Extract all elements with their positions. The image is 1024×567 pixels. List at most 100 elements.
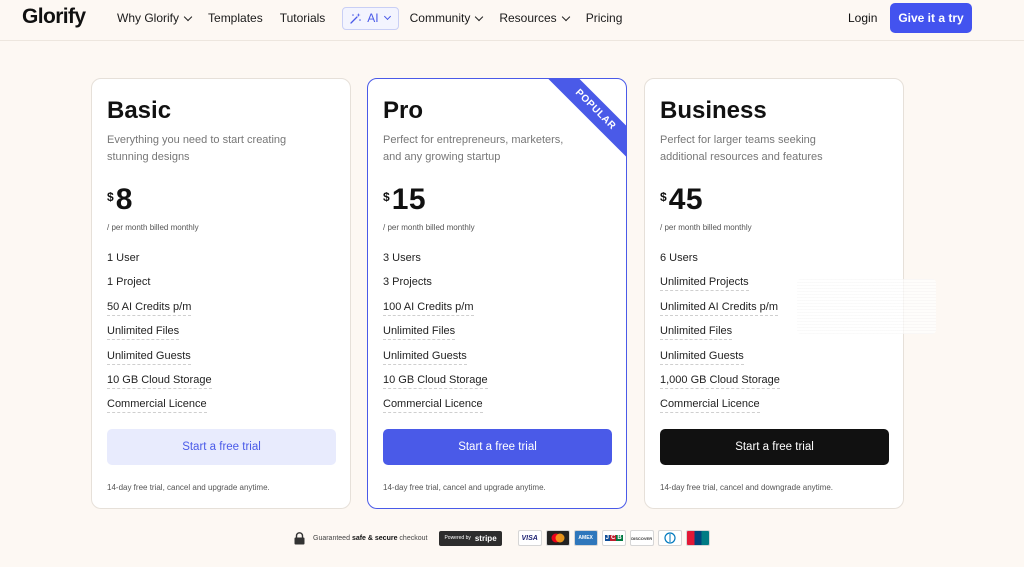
feature-label: 3 Projects — [383, 276, 432, 289]
feature-label: 10 GB Cloud Storage — [107, 373, 212, 389]
top-navbar: Glorify Why Glorify Templates Tutorials … — [0, 0, 1024, 41]
secure-text-post: checkout — [399, 534, 428, 542]
plan-price: $ 15 — [383, 183, 426, 217]
amex-label: AMEX — [578, 535, 593, 541]
nav-tutorials-label: Tutorials — [279, 11, 326, 25]
give-it-a-try-button[interactable]: Give it a try — [890, 3, 972, 33]
feature-list: 1 User 1 Project 50 AI Credits p/m Unlim… — [107, 252, 212, 423]
nav-links: Why Glorify Templates Tutorials AI Commu… — [117, 0, 639, 36]
feature-item[interactable]: Commercial Licence — [107, 398, 212, 422]
jcb-letter-b: B — [616, 535, 623, 541]
billing-period: / per month billed monthly — [660, 223, 752, 232]
start-free-trial-button[interactable]: Start a free trial — [107, 429, 336, 465]
feature-item[interactable]: 50 AI Credits p/m — [107, 300, 212, 325]
feature-item: 6 Users — [660, 252, 780, 276]
feature-item[interactable]: Unlimited Guests — [660, 349, 780, 374]
plan-name: Pro — [383, 97, 424, 124]
lock-icon — [294, 531, 305, 544]
chevron-down-icon — [383, 12, 391, 21]
price-amount: 15 — [391, 183, 427, 216]
billing-period: / per month billed monthly — [107, 223, 199, 232]
feature-label: 6 Users — [660, 252, 698, 264]
amex-icon: AMEX — [573, 530, 598, 546]
trial-footnote: 14-day free trial, cancel and downgrade … — [660, 483, 833, 492]
currency-symbol: $ — [660, 190, 667, 204]
feature-item[interactable]: 10 GB Cloud Storage — [107, 373, 212, 398]
feature-label: Unlimited Guests — [383, 349, 467, 365]
nav-pricing[interactable]: Pricing — [586, 11, 623, 25]
feature-item[interactable]: Unlimited Files — [660, 325, 780, 349]
feature-item[interactable]: 1,000 GB Cloud Storage — [660, 373, 780, 398]
stripe-label: stripe — [474, 533, 497, 543]
feature-label: Commercial Licence — [660, 398, 760, 414]
nav-why-glorify[interactable]: Why Glorify — [117, 11, 193, 25]
feature-item[interactable]: Unlimited AI Credits p/m — [660, 300, 780, 325]
plan-name: Business — [660, 97, 767, 124]
unionpay-icon — [685, 530, 710, 546]
nav-resources[interactable]: Resources — [499, 11, 570, 25]
billing-period: / per month billed monthly — [383, 223, 475, 232]
feature-item: 3 Projects — [383, 276, 488, 300]
feature-label: 3 Users — [383, 252, 421, 264]
chevron-down-icon — [475, 12, 484, 21]
feature-list: 3 Users 3 Projects 100 AI Credits p/m Un… — [383, 252, 488, 423]
nav-community-label: Community — [409, 11, 471, 25]
feature-item[interactable]: 10 GB Cloud Storage — [383, 373, 488, 398]
currency-symbol: $ — [107, 190, 114, 204]
glorify-logo[interactable]: Glorify — [22, 5, 86, 29]
nav-why-glorify-label: Why Glorify — [117, 11, 180, 25]
feature-item[interactable]: Unlimited Guests — [107, 349, 212, 374]
nav-resources-label: Resources — [499, 11, 557, 25]
price-amount: 45 — [668, 183, 704, 216]
plan-card-basic: Basic Everything you need to start creat… — [91, 78, 351, 509]
start-free-trial-button[interactable]: Start a free trial — [660, 429, 889, 465]
feature-label: 1,000 GB Cloud Storage — [660, 373, 780, 389]
secure-checkout-text: Guaranteed safe & secure checkout — [313, 535, 427, 542]
feature-item: 3 Users — [383, 252, 488, 276]
nav-community[interactable]: Community — [409, 11, 484, 25]
chevron-down-icon — [561, 12, 570, 21]
payment-methods: VISA AMEX JCB DISCOVER — [517, 530, 710, 546]
visa-icon: VISA — [517, 530, 542, 546]
nav-tutorials[interactable]: Tutorials — [280, 11, 326, 25]
nav-templates[interactable]: Templates — [208, 11, 263, 25]
feature-label: Unlimited Guests — [660, 349, 744, 365]
jcb-icon: JCB — [601, 530, 626, 546]
trial-footnote: 14-day free trial, cancel and upgrade an… — [107, 483, 270, 492]
feature-item[interactable]: Unlimited Files — [107, 325, 212, 349]
trial-footnote: 14-day free trial, cancel and upgrade an… — [383, 483, 546, 492]
start-free-trial-button[interactable]: Start a free trial — [383, 429, 612, 465]
plan-description: Perfect for larger teams seeking additio… — [660, 134, 823, 163]
nav-ai-menu[interactable]: AI — [342, 6, 399, 30]
feature-item[interactable]: Unlimited Guests — [383, 349, 488, 374]
feature-item[interactable]: 100 AI Credits p/m — [383, 300, 488, 325]
login-link[interactable]: Login — [848, 11, 877, 25]
feature-item: 1 Project — [107, 276, 212, 300]
feature-label: Commercial Licence — [107, 398, 207, 414]
powered-by-stripe-badge: Powered by stripe — [439, 530, 502, 546]
plan-name: Basic — [107, 97, 172, 124]
plan-price: $ 45 — [660, 183, 703, 217]
feature-item[interactable]: Commercial Licence — [383, 398, 488, 422]
feature-label: Unlimited Files — [383, 325, 456, 341]
feature-item[interactable]: Commercial Licence — [660, 398, 780, 422]
nav-templates-label: Templates — [208, 11, 263, 25]
feature-label: 1 Project — [107, 276, 151, 289]
feature-item: 1 User — [107, 252, 212, 276]
plan-description: Everything you need to start creating st… — [107, 134, 287, 163]
plan-description: Perfect for entrepreneurs, marketers, an… — [383, 134, 564, 163]
plan-price: $ 8 — [107, 183, 133, 217]
feature-label: Unlimited Files — [107, 325, 180, 341]
price-amount: 8 — [115, 183, 133, 216]
plan-card-pro: POPULAR Pro Perfect for entrepreneurs, m… — [367, 78, 627, 509]
feature-item[interactable]: Unlimited Projects — [660, 276, 780, 300]
nav-pricing-label: Pricing — [585, 11, 623, 25]
mastercard-icon — [545, 530, 570, 546]
feature-label: Unlimited Guests — [107, 349, 191, 365]
nav-ai-label: AI — [367, 11, 379, 25]
feature-item[interactable]: Unlimited Files — [383, 325, 488, 349]
currency-symbol: $ — [383, 190, 390, 204]
tooltip-placeholder — [797, 279, 936, 334]
secure-text-pre: Guaranteed — [313, 534, 350, 542]
feature-label: 1 User — [107, 252, 140, 264]
